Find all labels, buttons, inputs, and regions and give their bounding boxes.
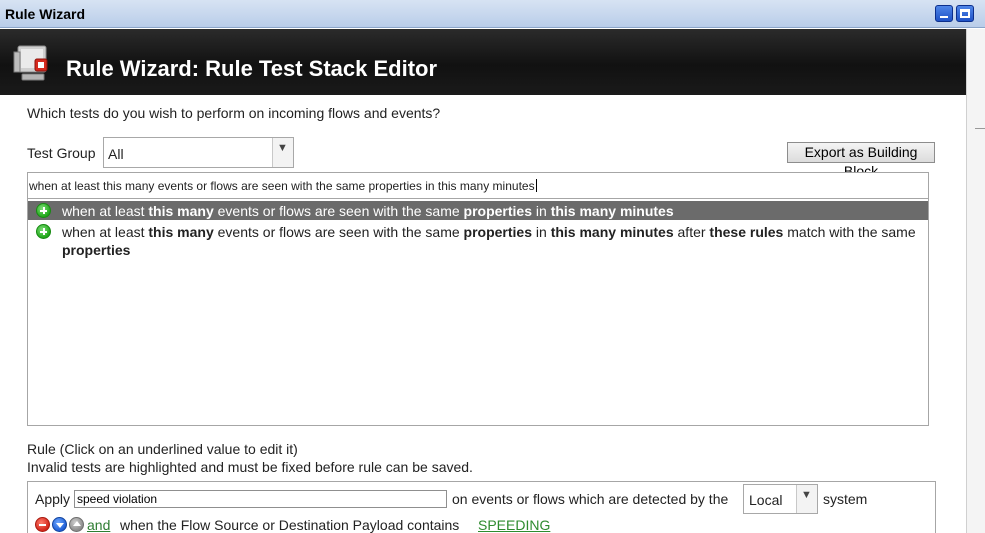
wizard-header: Rule Wizard: Rule Test Stack Editor [0,29,966,95]
test-group-value: All [108,146,124,162]
rule-editor: Apply on events or flows which are detec… [27,481,936,533]
move-down-icon[interactable] [52,517,67,532]
rule-name-input[interactable] [74,490,447,508]
chevron-down-icon: ▼ [801,489,812,501]
test-filter-value: when at least this many events or flows … [29,179,535,193]
minimize-icon [940,16,948,18]
maximize-button[interactable] [956,5,974,22]
window-title: Rule Wizard [5,6,85,22]
rule-test-text: when the Flow Source or Destination Payl… [120,517,460,533]
add-icon[interactable] [36,203,51,218]
monitor-rule-icon [13,45,48,81]
test-list[interactable]: when at least this many events or flows … [27,199,929,426]
text-caret [535,179,537,192]
rule-warning: Invalid tests are highlighted and must b… [27,459,473,475]
list-item[interactable]: when at least this many events or flows … [28,222,928,260]
move-up-icon[interactable] [69,517,84,532]
page-title: Rule Wizard: Rule Test Stack Editor [66,56,438,81]
system-select[interactable]: Local ▼ [743,484,818,514]
test-description: when at least this many events or flows … [62,203,674,219]
detection-text: on events or flows which are detected by… [452,491,729,507]
test-group-label: Test Group [27,145,96,161]
maximize-icon [960,9,970,18]
test-filter-input[interactable]: when at least this many events or flows … [27,172,929,199]
minimize-button[interactable] [935,5,953,22]
test-description: when at least this many events or flows … [62,224,916,258]
payload-value-link[interactable]: SPEEDING [478,517,550,533]
export-building-block-button[interactable]: Export as Building Block [787,142,935,179]
system-value: Local [749,492,783,508]
dropdown-arrow: ▼ [796,485,817,513]
chevron-down-icon: ▼ [277,142,288,154]
dropdown-arrow: ▼ [272,138,293,167]
test-group-select[interactable]: All ▼ [103,137,294,168]
remove-test-icon[interactable] [35,517,50,532]
system-label: system [823,491,868,507]
add-icon[interactable] [36,224,51,239]
rule-heading: Rule (Click on an underlined value to ed… [27,441,298,457]
window-titlebar: Rule Wizard [0,0,985,28]
and-operator-link[interactable]: and [87,517,110,533]
list-item[interactable]: when at least this many events or flows … [28,201,928,220]
question-text: Which tests do you wish to perform on in… [27,105,441,121]
scrollbar-mark [975,128,985,129]
scrollbar[interactable] [966,29,985,533]
apply-label: Apply [35,491,71,507]
